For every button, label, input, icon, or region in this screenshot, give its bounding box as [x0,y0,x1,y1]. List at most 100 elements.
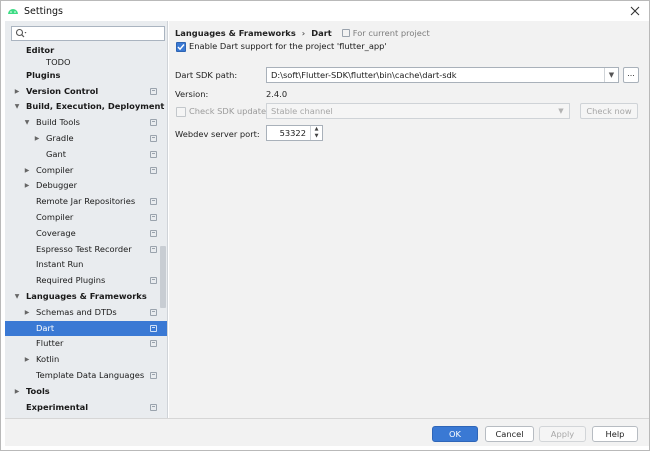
check-sdk-update-label[interactable]: Check SDK update: [189,106,269,116]
webdev-port-label: Webdev server port: [175,129,260,139]
sidebar-item-label: Plugins [26,69,61,80]
sidebar-item[interactable]: ▶ Compiler [5,163,167,179]
update-channel-combo[interactable]: Stable channel ▼ [266,103,570,119]
webdev-port-spinner[interactable]: 53322 ▲ ▼ [266,125,323,141]
update-channel-value: Stable channel [271,106,333,116]
sidebar-item-label: Coverage [36,227,76,238]
sidebar-item[interactable]: ▼ Build Tools [5,115,167,131]
checkmark-icon [177,44,185,51]
chevron-right-icon[interactable]: ▶ [33,135,41,143]
version-value: 2.4.0 [266,89,288,99]
sidebar-item-label: Experimental [26,401,89,412]
check-now-button[interactable]: Check now [580,103,638,119]
sidebar-item[interactable]: ▶ Kotlin [5,352,167,368]
sidebar-item-label: Schemas and DTDs [36,306,117,317]
sidebar-item-label: Build Tools [36,117,80,128]
breadcrumb: Languages & Frameworks › Dart For curren… [175,26,430,40]
sidebar-item[interactable]: Gant [5,147,167,163]
sidebar-item[interactable]: ▼ Languages & Frameworks [5,289,167,305]
chevron-right-icon[interactable]: ▶ [23,182,31,190]
window-title: Settings [24,5,63,17]
sidebar-item[interactable]: Editor [5,43,167,59]
settings-content: Languages & Frameworks › Dart For curren… [169,21,649,418]
sidebar-item[interactable]: ▶ Gradle [5,131,167,147]
sidebar-item-label: Compiler [36,164,74,175]
sidebar-item[interactable]: ▼ Build, Execution, Deployment [5,99,167,115]
sidebar-item[interactable]: ▶ Version Control [5,84,167,100]
sidebar-item-label: Required Plugins [36,275,106,286]
check-sdk-update-checkbox[interactable] [176,107,186,117]
cancel-button[interactable]: Cancel [485,426,534,442]
sidebar-item[interactable]: Compiler [5,210,167,226]
project-scope-icon [150,166,157,174]
sidebar-item-label: Debugger [36,180,78,191]
sidebar-item[interactable]: Remote Jar Repositories [5,194,167,210]
chevron-right-icon[interactable]: ▶ [23,167,31,175]
settings-sidebar: Editor TODO Plugins ▶ Version Control ▼ Build,… [5,21,168,418]
spinner-arrows-icon[interactable]: ▲ ▼ [310,126,322,140]
sidebar-item[interactable]: Required Plugins [5,273,167,289]
version-label: Version: [175,89,209,99]
chevron-down-icon[interactable]: ▼ [13,293,21,301]
sidebar-item-label: TODO [46,56,71,67]
dialog-button-bar: OK Cancel Apply Help [5,418,649,446]
sidebar-item[interactable]: Espresso Test Recorder [5,242,167,258]
sidebar-item-label: Languages & Frameworks [26,290,147,301]
project-scope-icon [150,245,157,253]
project-scope-icon [150,324,157,332]
breadcrumb-parent: Languages & Frameworks [175,28,296,38]
project-scope-icon [150,340,157,348]
sidebar-item-label: Kotlin [36,354,60,365]
sidebar-item[interactable]: Dart [5,320,167,337]
sidebar-item[interactable]: Flutter [5,336,167,352]
sidebar-item-label: Tools [26,385,50,396]
sidebar-item-label: Version Control [26,85,99,96]
sdk-path-combo[interactable]: D:\soft\Flutter-SDK\flutter\bin\cache\da… [266,67,619,83]
search-input[interactable] [28,27,158,40]
chevron-right-icon[interactable]: ▶ [23,356,31,364]
sidebar-item[interactable]: Template Data Languages [5,368,167,384]
ok-button[interactable]: OK [432,426,478,442]
chevron-right-icon[interactable]: ▶ [23,309,31,317]
sidebar-item[interactable]: ▶ Debugger [5,178,167,194]
sidebar-item[interactable]: Experimental [5,400,167,416]
sidebar-item[interactable]: ▶ Tools [5,384,167,400]
sidebar-item-label: Remote Jar Repositories [36,196,136,207]
enable-dart-checkbox[interactable] [176,42,186,52]
help-button[interactable]: Help [592,426,638,442]
settings-window: Settings Editor TODO Plugins ▶ Version Contr… [0,0,650,451]
project-scope-icon [150,277,157,285]
sidebar-item-label: Espresso Test Recorder [36,243,132,254]
chevron-down-icon[interactable]: ▼ [604,68,618,82]
project-scope-icon [150,198,157,206]
webdev-port-value[interactable]: 53322 [280,128,306,138]
chevron-down-icon[interactable]: ▼ [23,119,31,127]
browse-sdk-button[interactable]: ... [623,67,639,83]
project-scope-icon [150,134,157,142]
sidebar-item[interactable]: ▶ Schemas and DTDs [5,305,167,321]
scope-label: For current project [352,28,430,38]
sdk-path-value[interactable]: D:\soft\Flutter-SDK\flutter\bin\cache\da… [271,70,457,80]
sidebar-item-label: Template Data Languages [36,369,145,380]
chevron-down-icon: ▼ [558,107,564,115]
sidebar-item[interactable]: Instant Run [5,257,167,273]
sidebar-item-label: Build, Execution, Deployment [26,101,165,112]
settings-search[interactable] [11,26,165,41]
chevron-down-icon[interactable]: ▼ [13,103,21,111]
sidebar-scrollbar[interactable] [160,246,166,308]
apply-button[interactable]: Apply [539,426,586,442]
sidebar-item[interactable]: TODO [5,56,167,68]
project-scope-icon [150,403,157,411]
sidebar-item[interactable]: Coverage [5,226,167,242]
sidebar-item-label: Flutter [36,338,64,349]
project-scope-icon [150,308,157,316]
settings-tree: Editor TODO Plugins ▶ Version Control ▼ Build,… [5,43,167,415]
android-icon [8,9,18,14]
sdk-path-label: Dart SDK path: [175,70,238,80]
chevron-right-icon[interactable]: ▶ [13,388,21,396]
enable-dart-label[interactable]: Enable Dart support for the project 'flu… [189,41,387,51]
sidebar-item[interactable]: Plugins [5,68,167,84]
sidebar-item-label: Instant Run [36,259,84,270]
close-button[interactable] [627,3,643,19]
chevron-right-icon[interactable]: ▶ [13,88,21,96]
